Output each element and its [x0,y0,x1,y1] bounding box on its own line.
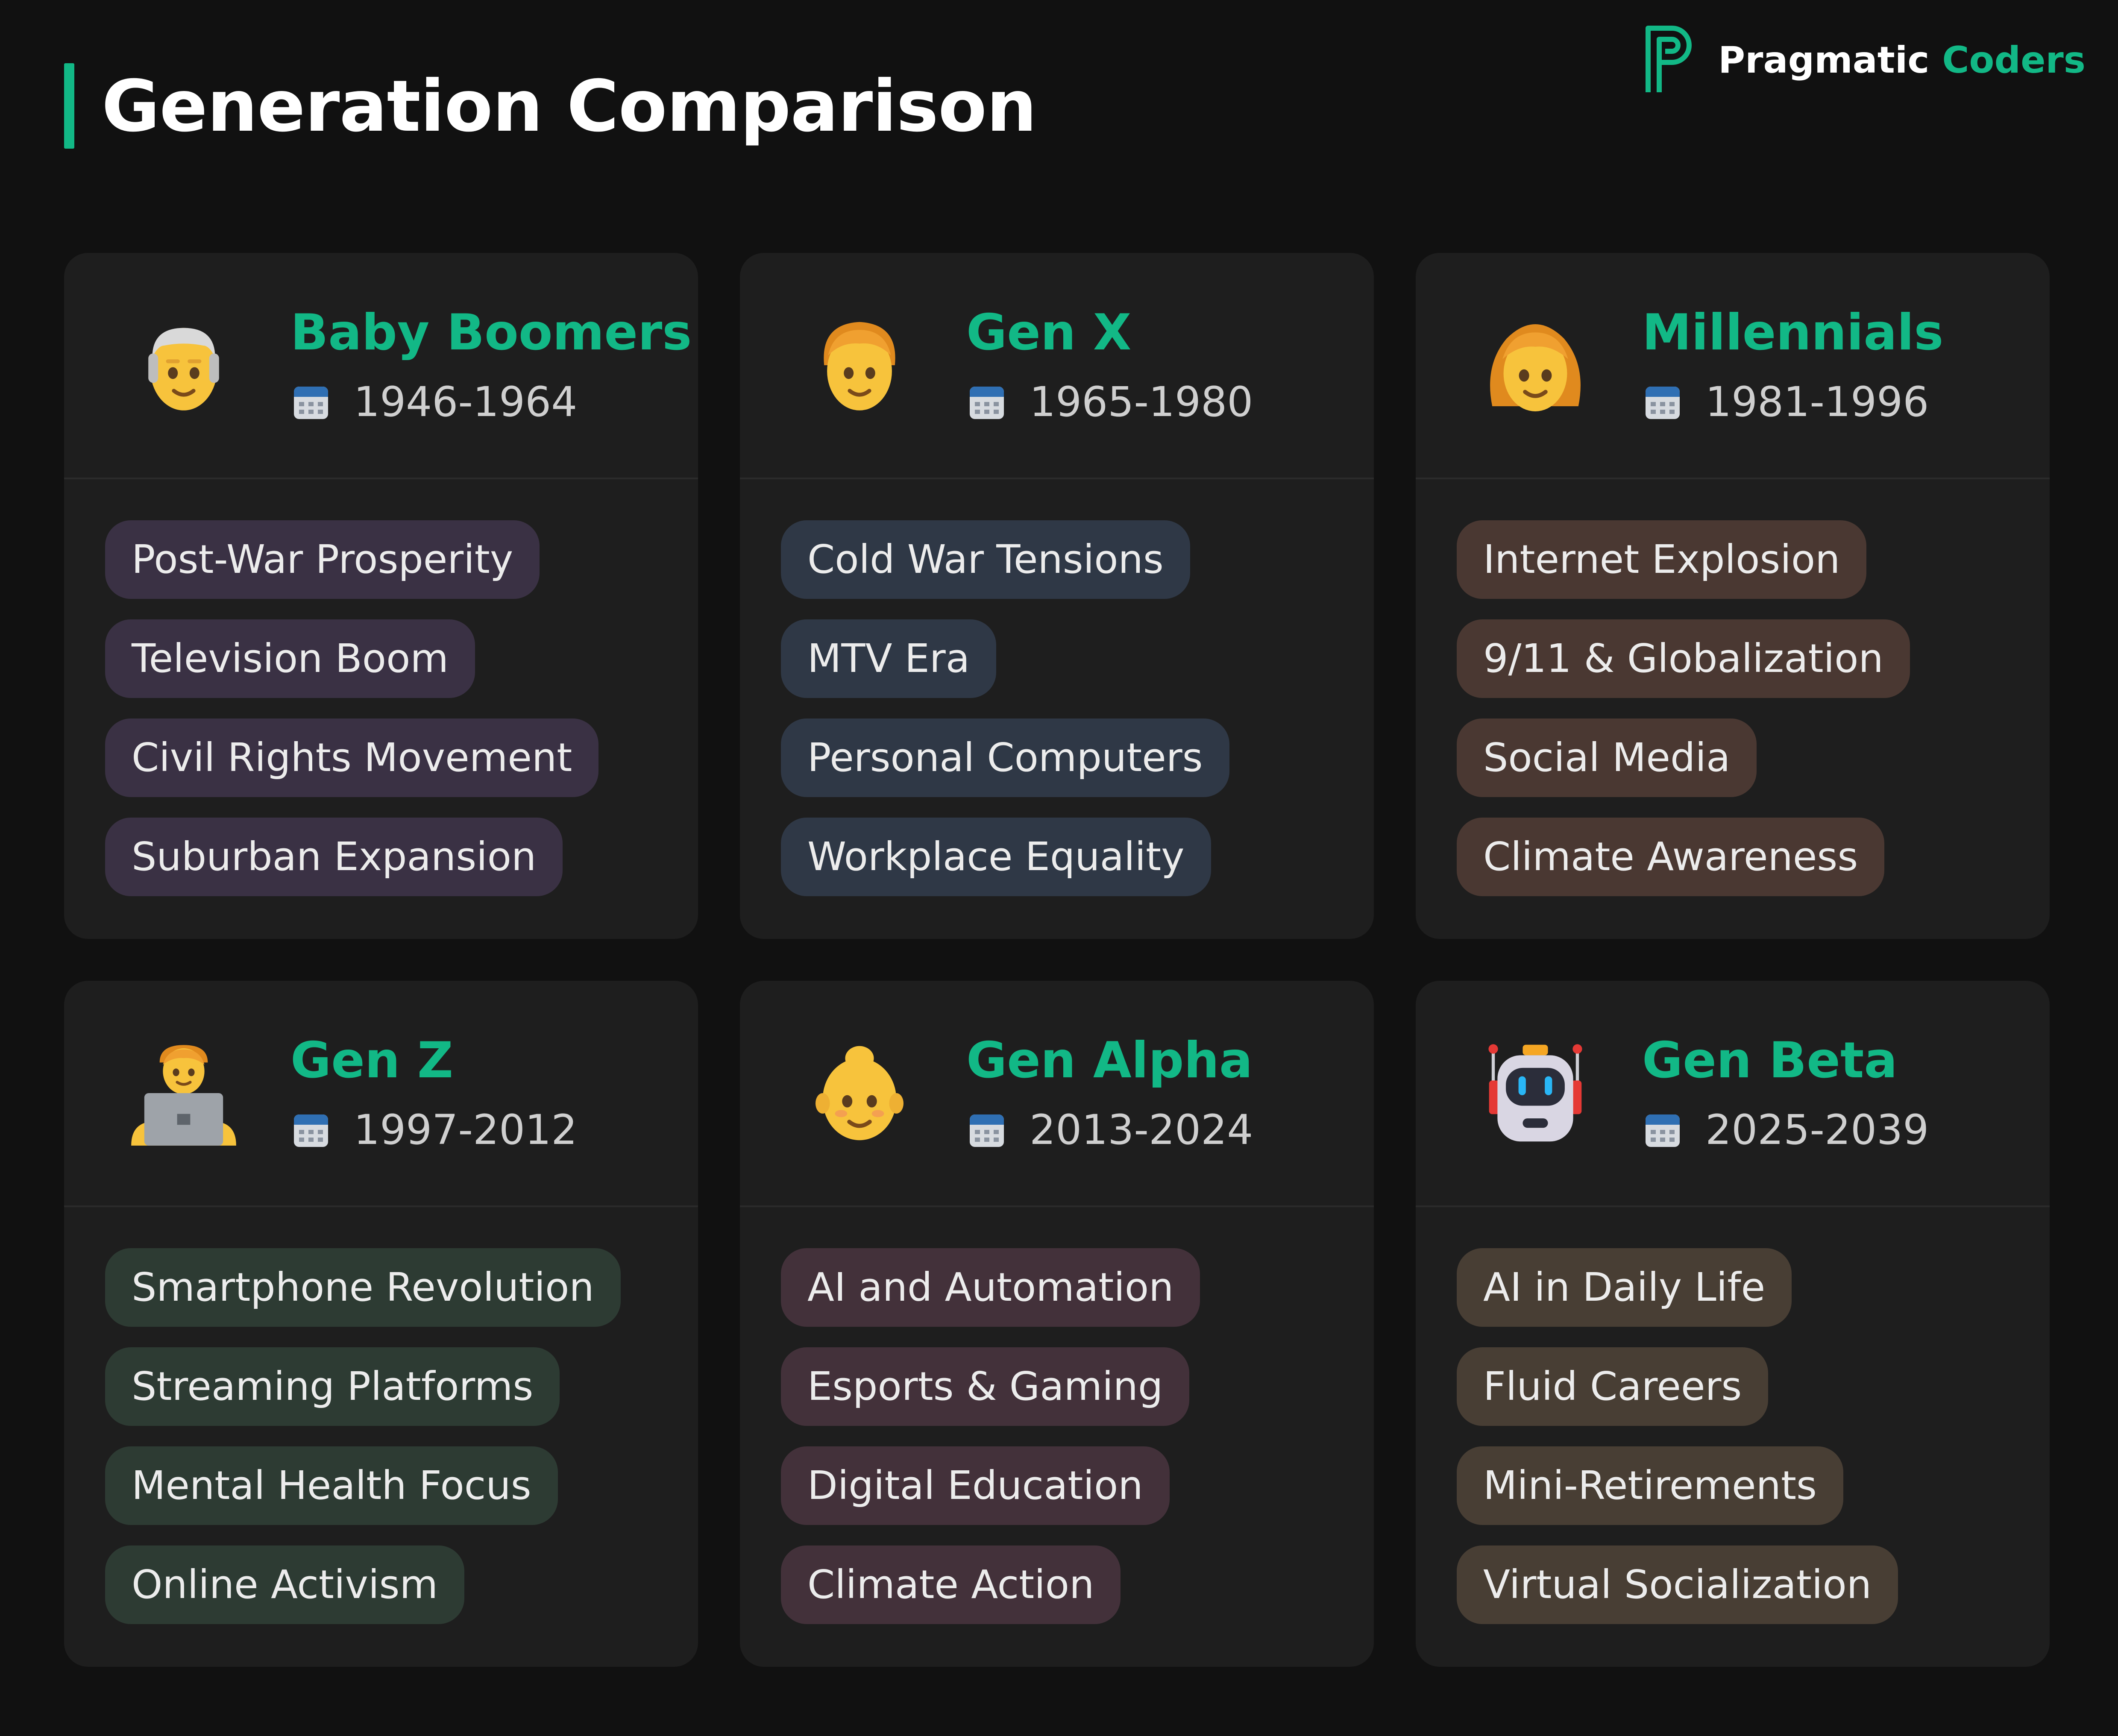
tag-list: AI and Automation Esports & Gaming Digit… [740,1207,1374,1624]
trait-tag: Digital Education [781,1446,1170,1525]
generation-card-gen-beta: Gen Beta 2025-2039 AI in Daily Life Flui… [1416,981,2050,1667]
tag-list: AI in Daily Life Fluid Careers Mini-Reti… [1416,1207,2050,1624]
title-accent-bar [64,63,74,149]
trait-tag: Internet Explosion [1457,520,1867,599]
page-title: Generation Comparison [102,65,1037,148]
trait-tag: Personal Computers [781,718,1229,797]
trait-tag: Mental Health Focus [105,1446,558,1525]
generation-years: 1965-1980 [966,374,1253,430]
pragmatic-coders-logo-icon [1646,26,1692,92]
trait-tag: MTV Era [781,619,997,698]
generation-card-gen-alpha: Gen Alpha 2013-2024 AI and Automation Es… [740,981,1374,1667]
generation-card-millennials: Millennials 1981-1996 Internet Explosion… [1416,253,2050,939]
trait-tag: Virtual Socialization [1457,1545,1898,1624]
years-text: 1946-1964 [354,378,578,426]
trait-tag: Workplace Equality [781,818,1211,896]
calendar-icon [1646,1114,1680,1147]
generation-card-gen-z: Gen Z 1997-2012 Smartphone Revolution St… [64,981,698,1667]
trait-tag: AI in Daily Life [1457,1248,1792,1327]
brand-name-part2: Coders [1942,39,2086,82]
calendar-icon [294,387,328,419]
technologist-icon [128,1038,239,1149]
tag-list: Cold War Tensions MTV Era Personal Compu… [740,479,1374,896]
trait-tag: Suburban Expansion [105,818,563,896]
generation-years: 2025-2039 [1642,1102,1929,1158]
page: Generation Comparison Pragmatic Coders B… [0,0,2118,1736]
trait-tag: Streaming Platforms [105,1347,560,1426]
robot-icon [1480,1038,1591,1149]
years-text: 2013-2024 [1030,1106,1253,1154]
generation-years: 1997-2012 [290,1102,577,1158]
generation-years: 1981-1996 [1642,374,1943,430]
years-text: 1997-2012 [354,1106,578,1154]
generation-card-gen-x: Gen X 1965-1980 Cold War Tensions MTV Er… [740,253,1374,939]
trait-tag: Climate Awareness [1457,818,1885,896]
trait-tag: Online Activism [105,1545,465,1624]
calendar-icon [1646,387,1680,419]
trait-tag: 9/11 & Globalization [1457,619,1910,698]
tag-list: Internet Explosion 9/11 & Globalization … [1416,479,2050,896]
tag-list: Smartphone Revolution Streaming Platform… [64,1207,698,1624]
calendar-icon [970,1114,1004,1147]
trait-tag: Fluid Careers [1457,1347,1769,1426]
trait-tag: Climate Action [781,1545,1121,1624]
card-header: Baby Boomers 1946-1964 [64,253,698,479]
years-text: 2025-2039 [1705,1106,1929,1154]
generation-years: 1946-1964 [290,374,692,430]
trait-tag: Civil Rights Movement [105,718,599,797]
card-header: Gen Beta 2025-2039 [1416,981,2050,1207]
woman-icon [1480,310,1591,421]
generation-name: Gen Z [290,1032,453,1089]
card-header: Gen X 1965-1980 [740,253,1374,479]
years-text: 1981-1996 [1705,378,1929,426]
trait-tag: Social Media [1457,718,1757,797]
generation-name: Baby Boomers [290,304,692,361]
older-person-icon [128,310,239,421]
brand-name: Pragmatic Coders [1718,39,2086,82]
brand-logo: Pragmatic Coders [1642,24,2086,97]
trait-tag: Cold War Tensions [781,520,1190,599]
card-header: Gen Alpha 2013-2024 [740,981,1374,1207]
trait-tag: Esports & Gaming [781,1347,1190,1426]
years-text: 1965-1980 [1030,378,1253,426]
generation-grid: Baby Boomers 1946-1964 Post-War Prosperi… [64,253,2050,1667]
trait-tag: AI and Automation [781,1248,1200,1327]
trait-tag: Smartphone Revolution [105,1248,621,1327]
generation-years: 2013-2024 [966,1102,1253,1158]
card-header: Millennials 1981-1996 [1416,253,2050,479]
brand-name-part1: Pragmatic [1718,39,1930,82]
calendar-icon [970,387,1004,419]
trait-tag: Post-War Prosperity [105,520,540,599]
generation-name: Gen Beta [1642,1032,1898,1089]
card-header: Gen Z 1997-2012 [64,981,698,1207]
generation-name: Gen Alpha [966,1032,1253,1089]
generation-card-baby-boomers: Baby Boomers 1946-1964 Post-War Prosperi… [64,253,698,939]
trait-tag: Mini-Retirements [1457,1446,1843,1525]
calendar-icon [294,1114,328,1147]
trait-tag: Television Boom [105,619,475,698]
person-icon [804,310,915,421]
generation-name: Millennials [1642,304,1944,361]
baby-icon [804,1038,915,1149]
generation-name: Gen X [966,304,1132,361]
tag-list: Post-War Prosperity Television Boom Civi… [64,479,698,896]
